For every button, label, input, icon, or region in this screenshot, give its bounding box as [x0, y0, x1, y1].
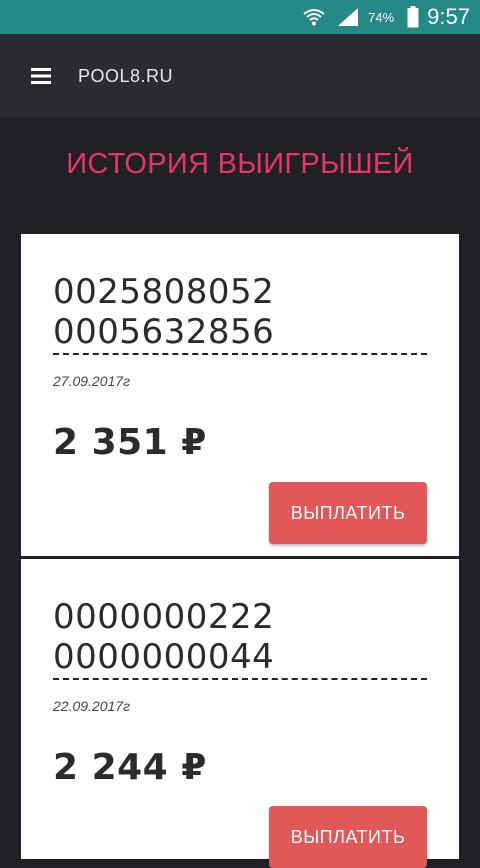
battery-percent: 74% [368, 9, 395, 25]
winning-card: 0000000222 0000000044 22.09.2017г 2 244 … [21, 559, 459, 868]
payout-button[interactable]: ВЫПЛАТИТЬ [269, 806, 427, 868]
win-date: 22.09.2017г [53, 698, 130, 714]
winning-card: 0025808052 0005632856 27.09.2017г 2 351 … [21, 234, 459, 556]
app-title: POOL8.RU [78, 65, 174, 86]
ticket-code-line-1: 0025808052 [53, 272, 275, 312]
divider [53, 678, 427, 680]
menu-button[interactable] [24, 59, 58, 93]
ticket-code: 0025808052 0005632856 [53, 272, 274, 352]
signal-icon [336, 6, 360, 28]
status-bar: 74% 9:57 [0, 0, 480, 34]
clock: 9:57 [427, 4, 470, 29]
ticket-code: 0000000222 0000000044 [53, 597, 274, 677]
win-date: 27.09.2017г [53, 373, 130, 389]
win-amount: 2 244 ₽ [53, 747, 207, 788]
win-amount: 2 351 ₽ [53, 422, 207, 463]
ticket-code-line-2: 0000000044 [53, 637, 275, 677]
wifi-icon [302, 6, 326, 28]
divider [53, 353, 427, 355]
battery-icon [407, 6, 419, 28]
page-title: ИСТОРИЯ ВЫИГРЫШЕЙ [66, 148, 414, 180]
ticket-code-line-2: 0005632856 [53, 312, 275, 352]
ticket-code-line-1: 0000000222 [53, 597, 275, 637]
hamburger-icon [31, 68, 51, 84]
payout-button[interactable]: ВЫПЛАТИТЬ [269, 482, 427, 544]
app-bar: POOL8.RU [0, 34, 480, 118]
